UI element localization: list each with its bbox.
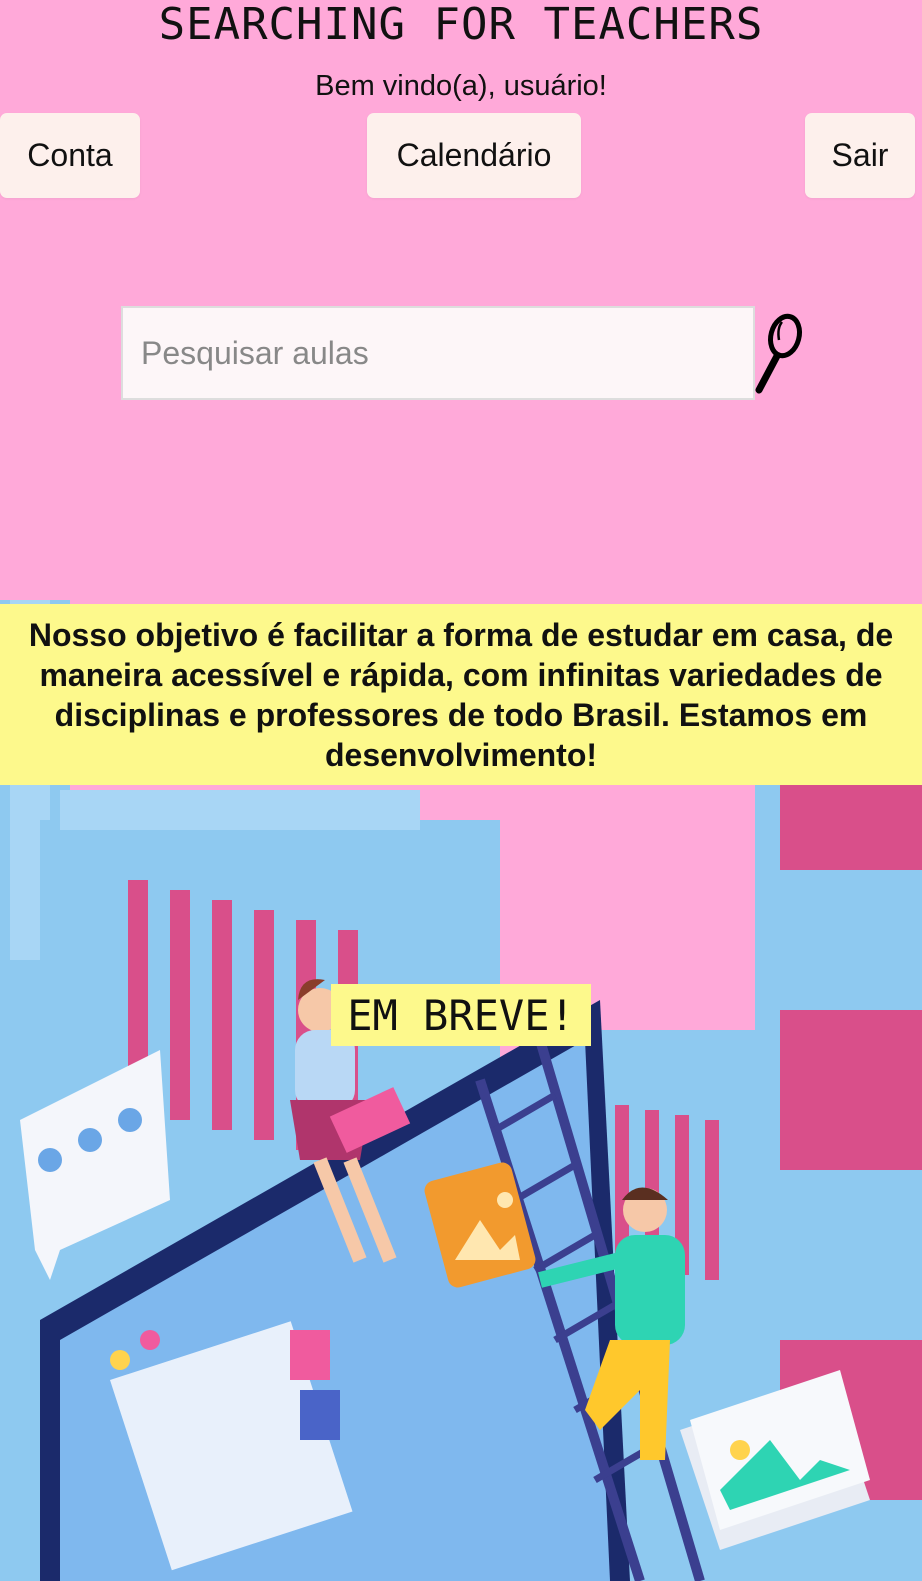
magnifier-icon[interactable]	[755, 300, 811, 404]
logout-button[interactable]: Sair	[805, 113, 915, 198]
welcome-message: Bem vindo(a), usuário!	[315, 70, 607, 102]
coming-soon-banner: EM BREVE!	[331, 984, 591, 1046]
account-button[interactable]: Conta	[0, 113, 140, 198]
mission-statement: Nosso objetivo é facilitar a forma de es…	[0, 604, 922, 785]
search-input[interactable]	[121, 306, 755, 400]
page-title: SEARCHING FOR TEACHERS	[158, 0, 764, 50]
calendar-button[interactable]: Calendário	[367, 113, 581, 198]
